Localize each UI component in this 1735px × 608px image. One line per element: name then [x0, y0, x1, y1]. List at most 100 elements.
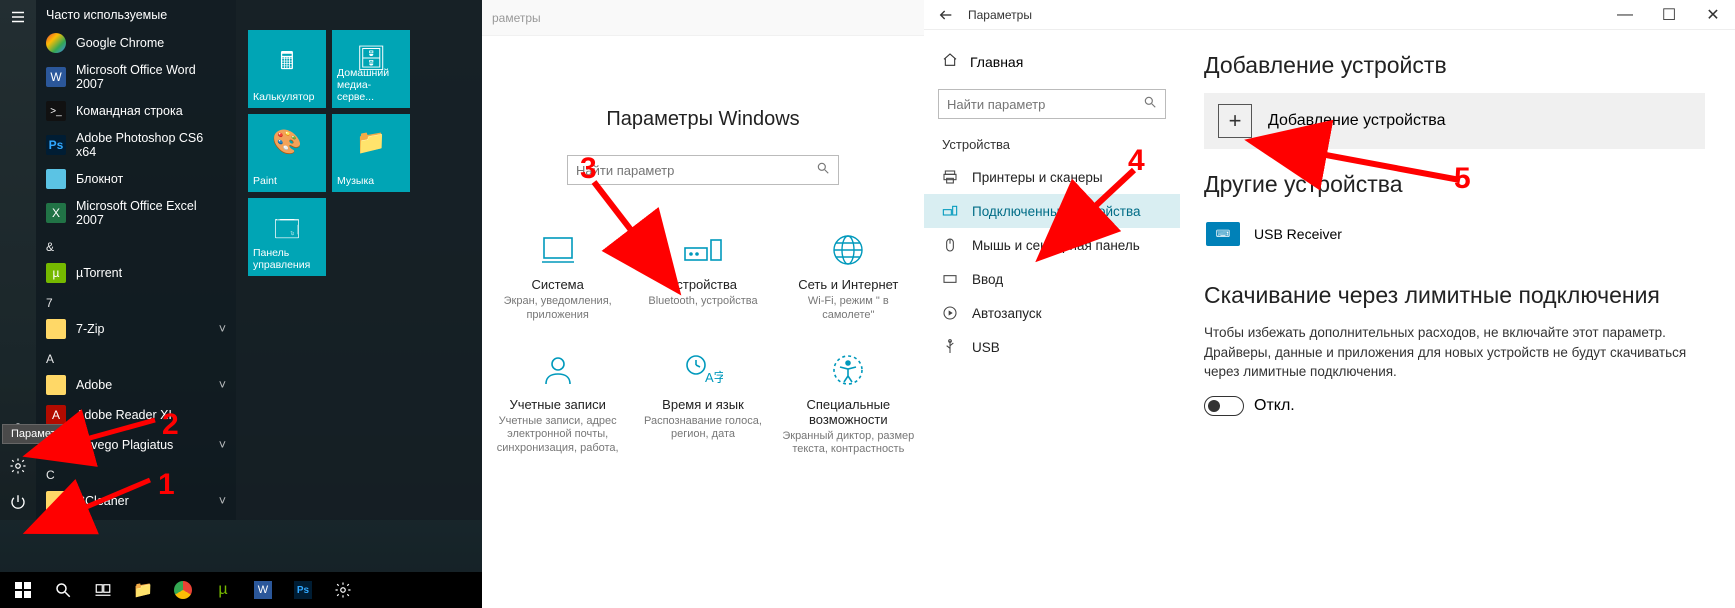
tile-calculator[interactable]: 🖩 Калькулятор	[248, 30, 326, 108]
sidebar-item-label: Подключенные устройства	[972, 204, 1141, 219]
category-name: Время и язык	[635, 397, 770, 412]
app-adobe-folder[interactable]: Adobe ˅	[36, 370, 236, 400]
tile-label: Калькулятор	[253, 91, 321, 103]
minimize-button[interactable]: —	[1603, 0, 1647, 30]
metered-description: Чтобы избежать дополнительных расходов, …	[1204, 323, 1705, 382]
category-name: Учетные записи	[490, 397, 625, 412]
app-label: Microsoft Office Word 2007	[76, 63, 226, 91]
settings-search[interactable]	[567, 155, 839, 185]
home-icon	[942, 52, 958, 71]
app-label: Adobe Photoshop CS6 x64	[76, 131, 226, 159]
letter-7[interactable]: 7	[36, 288, 236, 314]
taskbar-utorrent[interactable]: µ	[204, 572, 242, 608]
device-name: USB Receiver	[1254, 226, 1342, 242]
category-desc: Wi-Fi, режим " в самолете"	[781, 295, 916, 323]
metered-toggle[interactable]	[1204, 396, 1244, 416]
usb-icon	[942, 339, 958, 355]
taskbar-photoshop[interactable]: Ps	[284, 572, 322, 608]
printer-icon	[942, 169, 958, 185]
tile-control-panel[interactable]: 🗔Панель управления	[248, 198, 326, 276]
chevron-down-icon: ˅	[219, 378, 226, 392]
app-label: µTorrent	[76, 266, 122, 280]
sidebar-item-typing[interactable]: Ввод	[924, 262, 1180, 296]
sidebar-item-printers[interactable]: Принтеры и сканеры	[924, 160, 1180, 194]
category-accounts[interactable]: Учетные записи Учетные записи, адрес эле…	[488, 343, 627, 464]
category-name: Система	[490, 277, 625, 292]
breadcrumb-text: раметры	[492, 11, 541, 25]
taskbar-word[interactable]: W	[244, 572, 282, 608]
back-button[interactable]	[924, 0, 968, 30]
category-devices[interactable]: Устройства Bluetooth, устройства	[633, 223, 772, 329]
app-utorrent[interactable]: µµTorrent	[36, 258, 236, 288]
letter-amp[interactable]: &	[36, 232, 236, 258]
app-label: Adobe	[76, 378, 112, 392]
sidebar-item-connected-devices[interactable]: Подключенные устройства	[924, 194, 1180, 228]
app-chrome[interactable]: Google Chrome	[36, 28, 236, 58]
time-language-icon: A字	[635, 349, 770, 391]
hamburger-icon[interactable]	[0, 0, 36, 34]
tile-media-server[interactable]: 🗄Домашний медиа-серве...	[332, 30, 410, 108]
tile-music[interactable]: 📁Музыка	[332, 114, 410, 192]
heading-metered: Скачивание через лимитные подключения	[1204, 282, 1705, 309]
app-word[interactable]: WMicrosoft Office Word 2007	[36, 58, 236, 96]
category-system[interactable]: Система Экран, уведомления, приложения	[488, 223, 627, 329]
tile-label: Музыка	[337, 175, 405, 187]
settings-content: Добавление устройств + Добавление устрой…	[1180, 30, 1735, 608]
app-label: 7-Zip	[76, 322, 104, 336]
settings-gear-icon[interactable]	[0, 448, 36, 484]
keyboard-device-icon: ⌨	[1206, 222, 1240, 246]
category-time-language[interactable]: A字 Время и язык Распознавание голоса, ре…	[633, 343, 772, 464]
taskbar-search-icon[interactable]	[44, 572, 82, 608]
plus-icon: +	[1218, 104, 1252, 138]
sidebar-item-label: Автозапуск	[972, 306, 1042, 321]
close-button[interactable]: ✕	[1691, 0, 1735, 30]
category-accessibility[interactable]: Специальные возможности Экранный диктор,…	[779, 343, 918, 464]
app-7zip[interactable]: 7-Zip˅	[36, 314, 236, 344]
app-label: Командная строка	[76, 104, 183, 118]
app-label: Блокнот	[76, 172, 123, 186]
add-device-label: Добавление устройства	[1268, 112, 1446, 130]
sidebar-search[interactable]	[938, 89, 1166, 119]
taskbar-chrome[interactable]	[164, 572, 202, 608]
settings-sidebar: Главная Устройства Принтеры и сканеры По…	[924, 30, 1180, 608]
keyboard-icon	[942, 271, 958, 287]
paint-icon: 🎨	[272, 128, 302, 157]
settings-categories: Система Экран, уведомления, приложения У…	[482, 185, 924, 463]
accounts-icon	[490, 349, 625, 391]
svg-text:A字: A字	[705, 370, 723, 385]
chevron-down-icon: ˅	[219, 494, 226, 508]
device-row[interactable]: ⌨ USB Receiver	[1204, 212, 1705, 256]
maximize-button[interactable]: ☐	[1647, 0, 1691, 30]
app-excel[interactable]: XMicrosoft Office Excel 2007	[36, 194, 236, 232]
settings-search-input[interactable]	[576, 163, 816, 178]
add-device-button[interactable]: + Добавление устройства	[1204, 93, 1705, 149]
app-ccleaner[interactable]: CCleaner ˅	[36, 486, 236, 516]
sidebar-item-autoplay[interactable]: Автозапуск	[924, 296, 1180, 330]
app-notepad[interactable]: Блокнот	[36, 164, 236, 194]
sidebar-search-input[interactable]	[947, 97, 1143, 112]
taskbar-settings[interactable]	[324, 572, 362, 608]
power-icon[interactable]	[0, 484, 36, 520]
sidebar-item-mouse[interactable]: Мышь и сенсорная панель	[924, 228, 1180, 262]
letter-c[interactable]: C	[36, 460, 236, 486]
app-photoshop[interactable]: PsAdobe Photoshop CS6 x64	[36, 126, 236, 164]
sidebar-item-usb[interactable]: USB	[924, 330, 1180, 364]
calculator-icon: 🖩	[280, 44, 294, 85]
toggle-label: Откл.	[1254, 397, 1295, 415]
tile-paint[interactable]: 🎨Paint	[248, 114, 326, 192]
task-view-icon[interactable]	[84, 572, 122, 608]
settings-titlebar-partial: раметры	[482, 0, 924, 36]
category-network[interactable]: Сеть и Интернет Wi-Fi, режим " в самолет…	[779, 223, 918, 329]
frequent-header: Часто используемые	[36, 0, 236, 28]
taskbar-explorer[interactable]: 📁	[124, 572, 162, 608]
category-desc: Учетные записи, адрес электронной почты,…	[490, 415, 625, 456]
app-label: CCleaner	[76, 494, 129, 508]
accessibility-icon	[781, 349, 916, 391]
start-button[interactable]	[4, 572, 42, 608]
letter-a[interactable]: A	[36, 344, 236, 370]
category-name: Специальные возможности	[781, 397, 916, 427]
settings-title: Параметры Windows	[482, 108, 924, 131]
app-cmd[interactable]: >_Командная строка	[36, 96, 236, 126]
sidebar-home[interactable]: Главная	[924, 44, 1180, 79]
system-icon	[490, 229, 625, 271]
